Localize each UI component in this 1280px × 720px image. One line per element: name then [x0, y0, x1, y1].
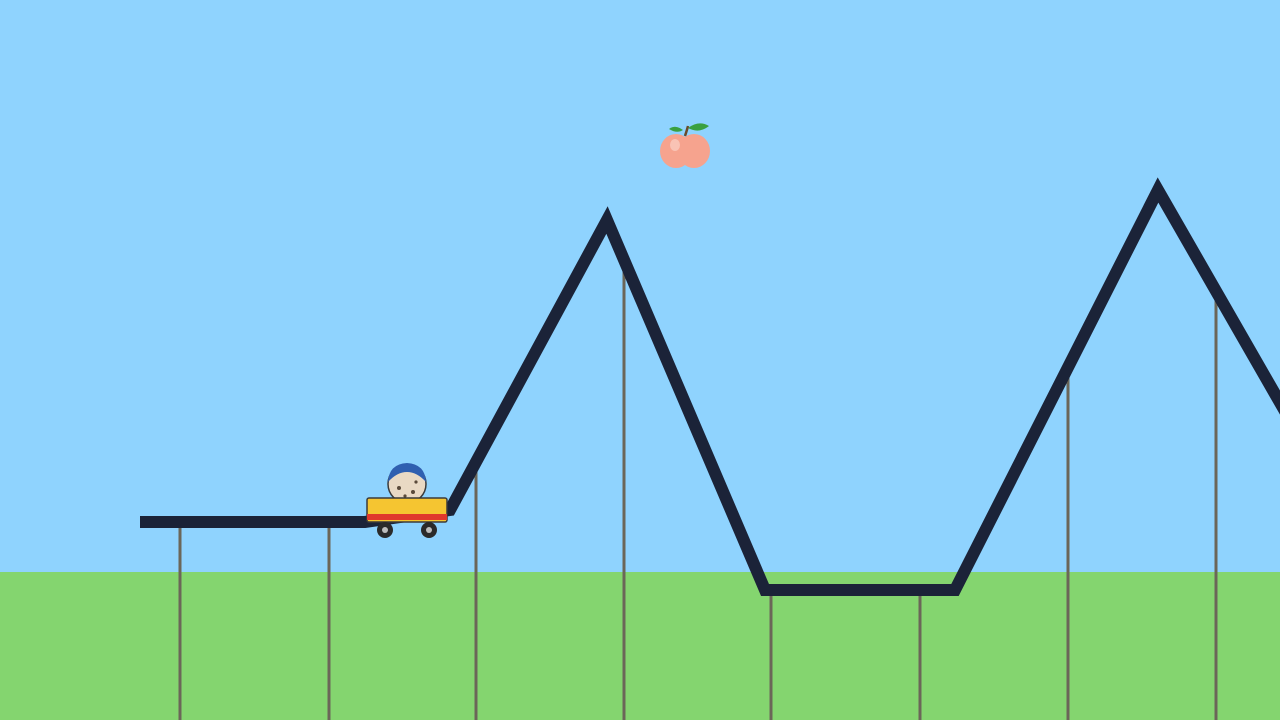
game-world [140, 123, 1280, 720]
coaster-track [140, 177, 1280, 596]
peach-icon[interactable] [660, 123, 710, 168]
rider-in-cart-icon [366, 463, 448, 538]
game-canvas[interactable] [0, 0, 1280, 720]
track-supports [178, 263, 1218, 720]
